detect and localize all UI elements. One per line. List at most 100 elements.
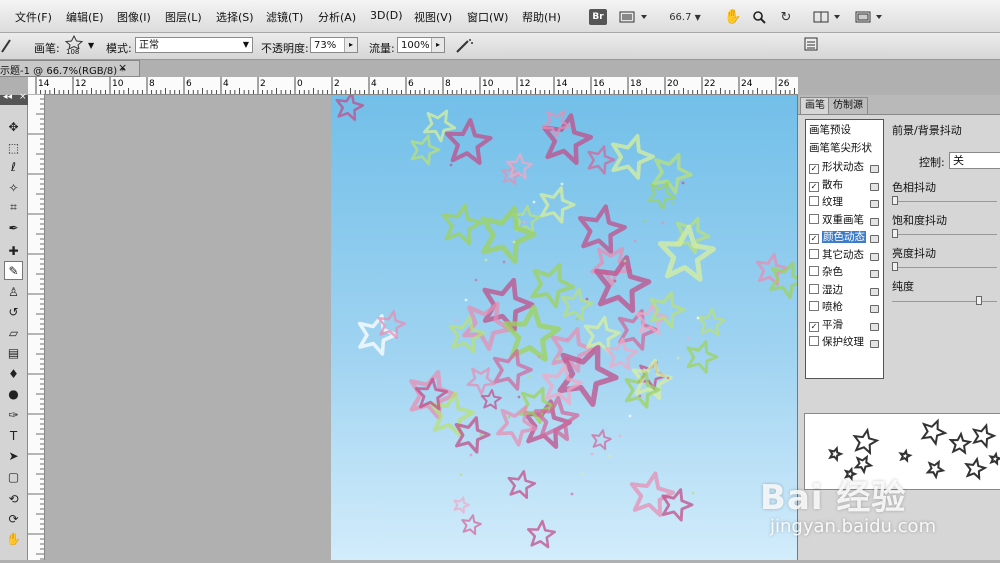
brush-setting-10[interactable]: 喷枪 [809,299,843,315]
brush-setting-12[interactable]: 保护纹理 [809,334,864,350]
document-canvas[interactable] [331,95,797,560]
menu-item[interactable]: 3D(D) [370,9,403,22]
lock-icon[interactable] [870,200,879,208]
mode-select[interactable]: 正常 ▼ [135,37,253,53]
slider-knob[interactable] [892,262,898,271]
menu-item[interactable]: 分析(A) [318,9,356,25]
checkbox[interactable] [809,283,819,294]
brush-tool-preset-icon[interactable] [0,38,12,54]
checkbox[interactable]: ✓ [809,181,819,192]
slider-knob[interactable] [892,229,898,238]
healing-brush-tool[interactable]: ✚ [4,241,23,260]
zoom-level-dropdown[interactable]: 66.7 ▼ [664,6,706,28]
lock-icon[interactable] [870,165,879,173]
tab-clone-source[interactable]: 仿制源 [828,97,868,114]
checkbox[interactable] [809,266,819,276]
flow-input[interactable]: 100% ▸ [397,37,445,53]
menu-item[interactable]: 帮助(H) [522,9,561,25]
vertical-ruler[interactable] [28,93,45,560]
document-tab[interactable]: 示题-1 @ 66.7%(RGB/8) * × [0,60,140,77]
3d-rotate-tool[interactable]: ⟲ [4,489,23,508]
brush-panel-toggle[interactable] [804,37,820,53]
checkbox[interactable]: ✓ [809,234,819,244]
bridge-button[interactable]: Br [589,9,607,25]
move-tool[interactable]: ✥ [4,117,23,136]
blur-tool[interactable]: ♦ [4,364,23,383]
lock-icon[interactable] [870,270,879,278]
lock-icon[interactable] [870,287,879,296]
menu-item[interactable]: 文件(F) [15,9,52,25]
hue-jitter-slider[interactable] [892,196,997,205]
brush-setting-3[interactable]: ✓ 散布 [809,177,843,193]
brush-tool[interactable]: ✎ [4,261,23,280]
lock-icon[interactable] [870,322,879,331]
screen-mode-button[interactable] [616,6,652,28]
3d-orbit-tool[interactable]: ⟳ [4,509,23,528]
clone-stamp-tool[interactable]: ♙ [4,282,23,301]
toolbox-header[interactable]: ◂◂ × [0,92,28,105]
close-icon[interactable]: × [19,92,27,102]
pen-tool[interactable]: ✑ [4,405,23,424]
rotate-view-button[interactable]: ↻ [774,6,798,28]
checkbox[interactable] [809,213,819,224]
history-brush-tool[interactable]: ↺ [4,302,23,321]
saturation-jitter-slider[interactable] [892,229,997,238]
type-tool[interactable]: T [4,426,23,445]
brightness-jitter-slider[interactable] [892,262,997,271]
brush-setting-5[interactable]: 双重画笔 [809,212,864,228]
hand-tool[interactable]: ✋ [4,529,23,548]
brush-setting-11[interactable]: ✓ 平滑 [809,317,843,333]
menu-item[interactable]: 视图(V) [414,9,452,25]
collapse-icon[interactable]: ◂◂ [3,92,12,102]
menu-item[interactable]: 图层(L) [165,9,202,25]
brush-setting-7[interactable]: 其它动态 [809,247,864,263]
crop-tool[interactable]: ⌗ [4,198,23,217]
airbrush-button[interactable] [454,37,474,55]
menu-item[interactable]: 选择(S) [216,9,254,25]
brush-picker-arrow-icon[interactable]: ▼ [88,41,94,50]
opacity-input[interactable]: 73% ▸ [310,37,358,53]
screen-layout-button[interactable] [852,6,888,28]
checkbox[interactable] [809,336,819,346]
gradient-tool[interactable]: ▤ [4,343,23,362]
tab-brush[interactable]: 画笔 [800,97,830,114]
lock-icon[interactable] [870,340,879,348]
opacity-slider-arrow-icon[interactable]: ▸ [344,38,357,52]
brush-setting-1[interactable]: 画笔笔尖形状 [809,140,872,156]
dodge-tool[interactable]: ● [4,384,23,403]
menu-item[interactable]: 图像(I) [117,9,151,25]
checkbox[interactable] [809,248,819,259]
brush-setting-6[interactable]: ✓ 颜色动态 [809,229,866,245]
path-selection-tool[interactable]: ➤ [4,446,23,465]
lock-icon[interactable] [870,252,879,261]
horizontal-ruler[interactable]: 14 12 10 8 6 4 2 0 2 4 6 8 10 12 14 16 18 20 22 24 26 [28,77,798,95]
menu-item[interactable]: 窗口(W) [467,9,508,25]
brush-setting-4[interactable]: 纹理 [809,194,843,210]
arrange-documents-button[interactable] [810,6,846,28]
checkbox[interactable]: ✓ [809,164,819,174]
control-select[interactable]: 关 [949,152,1000,169]
marquee-tool[interactable]: ⬚ [4,138,23,157]
lock-icon[interactable] [870,217,879,226]
lock-icon[interactable] [870,235,879,243]
checkbox[interactable]: ✓ [809,321,819,332]
flow-slider-arrow-icon[interactable]: ▸ [431,38,444,52]
shape-tool[interactable]: ▢ [4,467,23,486]
eraser-tool[interactable]: ▱ [4,323,23,342]
lock-icon[interactable] [870,305,879,313]
brush-setting-9[interactable]: 湿边 [809,282,843,298]
lasso-tool[interactable]: ℓ [4,157,23,176]
magic-wand-tool[interactable]: ✧ [4,178,23,197]
checkbox[interactable] [809,196,819,206]
menu-item[interactable]: 滤镜(T) [266,9,303,25]
hand-tool-button[interactable]: ✋ [722,6,744,28]
slider-knob[interactable] [892,196,898,205]
eyedropper-tool[interactable]: ✒ [4,218,23,237]
slider-knob[interactable] [976,296,983,305]
close-tab-icon[interactable]: × [118,61,127,74]
menu-item[interactable]: 编辑(E) [66,9,104,25]
brush-setting-8[interactable]: 杂色 [809,264,843,280]
brush-setting-2[interactable]: ✓ 形状动态 [809,159,864,175]
checkbox[interactable] [809,301,819,311]
zoom-tool-button[interactable] [748,6,770,28]
